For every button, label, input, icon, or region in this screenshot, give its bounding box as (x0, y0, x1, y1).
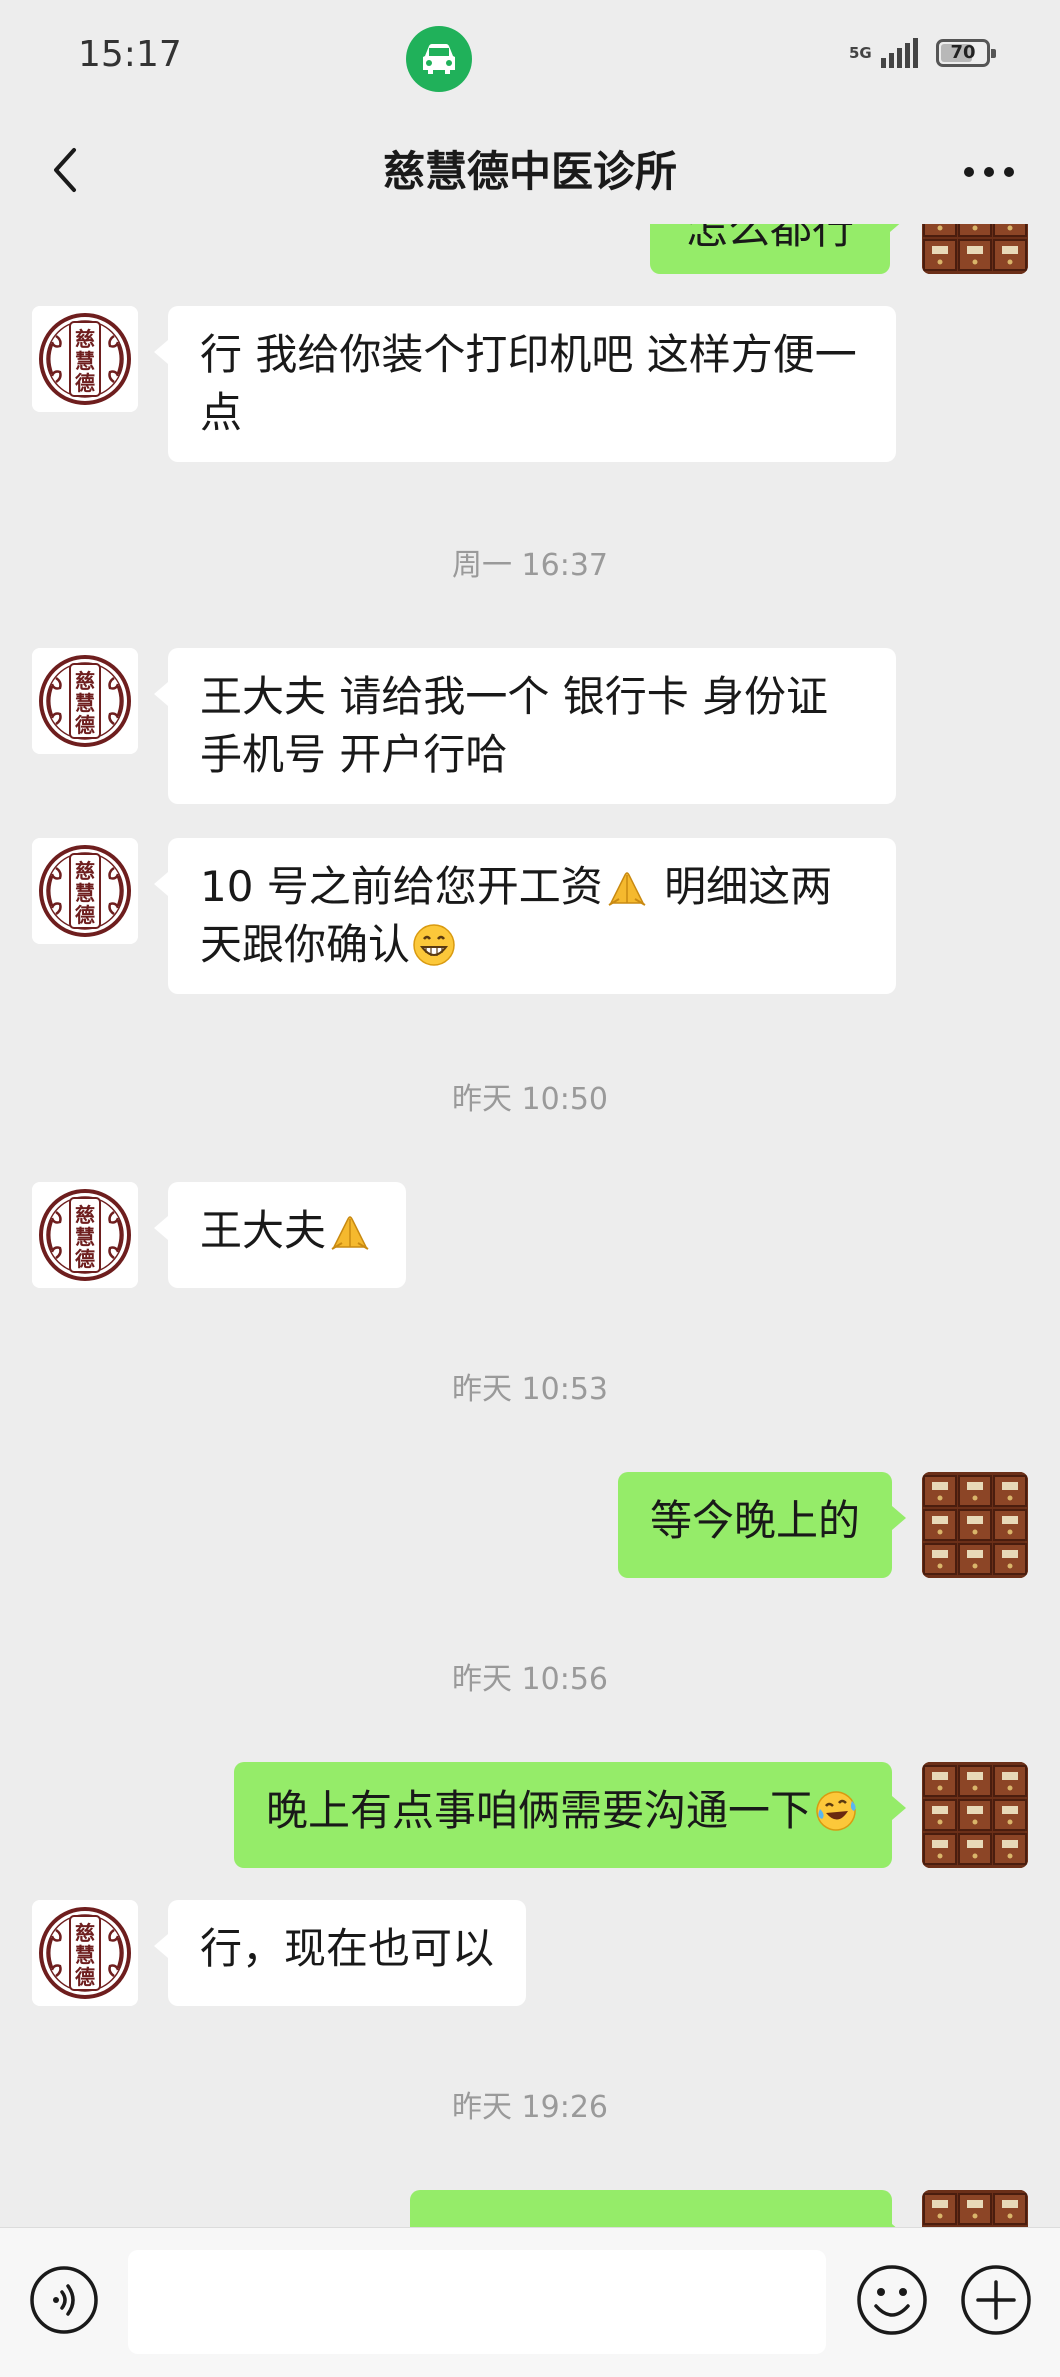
battery-icon: 70 (936, 39, 996, 67)
avatar-self[interactable] (922, 2190, 1028, 2227)
status-bar: 15:17 5G 70 (0, 0, 1060, 116)
chat-header: 慈慧德中医诊所 (0, 116, 1060, 224)
medicine-cabinet-photo (922, 2190, 1028, 2227)
svg-text:德: 德 (75, 903, 95, 927)
svg-text:慧: 慧 (75, 1943, 95, 1967)
svg-text:慧: 慧 (75, 691, 95, 715)
message-text: 10 号之前给您开工资 (200, 862, 603, 911)
svg-text:慈: 慈 (75, 1921, 95, 1945)
chat-title: 慈慧德中医诊所 (382, 147, 677, 196)
message-bubble-in[interactable]: 王大夫 请给我一个 银行卡 身份证 手机号 开户行哈 (154, 648, 896, 804)
avatar-self[interactable] (922, 224, 1028, 274)
message-text: 晚上有点事咱俩需要沟通一下 (265, 1786, 812, 1835)
svg-text:德: 德 (75, 1965, 95, 1989)
more-dots-icon (964, 167, 1014, 177)
status-time: 15:17 (78, 34, 182, 75)
timestamp: 昨天 19:26 (452, 2090, 608, 2125)
seal-logo: 慈 慧 德 (32, 648, 138, 754)
medicine-cabinet-photo (922, 1472, 1028, 1578)
svg-text:德: 德 (75, 713, 95, 737)
message-bubble-out[interactable]: 等今晚上的 (617, 1472, 907, 1578)
message-bubble-out[interactable] (410, 2190, 906, 2227)
message-text: 等今晚上的 (649, 1496, 860, 1545)
status-indicators: 5G 70 (849, 38, 996, 68)
message-bubble-in[interactable]: 10 号之前给您开工资 明细这两天跟你确认 (154, 838, 896, 994)
input-bar (0, 2227, 1060, 2377)
avatar-contact[interactable]: 慈 慧 德 (32, 1900, 138, 2006)
message-bubble-in[interactable]: 行，现在也可以 (153, 1900, 527, 2006)
grinning-face-emoji (412, 923, 456, 967)
timestamp: 周一 16:37 (452, 548, 608, 583)
svg-text:慧: 慧 (75, 349, 95, 373)
plus-icon (961, 2265, 1031, 2335)
svg-text:德: 德 (75, 371, 95, 395)
seal-logo: 慈 慧 德 (32, 1182, 138, 1288)
medicine-cabinet-photo (922, 1762, 1028, 1868)
timestamp: 昨天 10:50 (452, 1082, 608, 1117)
battery-level: 70 (950, 42, 976, 63)
svg-text:慈: 慈 (75, 1203, 95, 1227)
svg-text:慈: 慈 (75, 327, 95, 351)
message-list[interactable]: 怎么都行 慈 慧 德 行 我给你装个打印机吧 这样方便一点 周一 16:37 慈… (0, 224, 1060, 2227)
medicine-cabinet-photo (922, 224, 1028, 274)
message-text: 行，现在也可以 (200, 1924, 495, 1973)
svg-text:德: 德 (75, 1247, 95, 1271)
folded-hands-emoji (605, 865, 649, 909)
avatar-self[interactable] (922, 1472, 1028, 1578)
message-input[interactable] (128, 2250, 826, 2354)
smiley-icon (857, 2265, 927, 2335)
svg-text:慧: 慧 (75, 1225, 95, 1249)
avatar-self[interactable] (922, 1762, 1028, 1868)
more-button[interactable] (954, 140, 1024, 200)
emoji-button[interactable] (854, 2262, 930, 2338)
seal-logo: 慈 慧 德 (32, 306, 138, 412)
signal-icon (881, 38, 918, 68)
message-text: 怎么都行 (685, 224, 854, 253)
message-bubble-out[interactable]: 晚上有点事咱俩需要沟通一下 (233, 1762, 907, 1868)
avatar-contact[interactable]: 慈 慧 德 (32, 306, 138, 412)
seal-logo: 慈 慧 德 (32, 838, 138, 944)
message-bubble-out[interactable]: 怎么都行 (650, 224, 904, 274)
message-text: 王大夫 请给我一个 银行卡 身份证 手机号 开户行哈 (200, 672, 829, 779)
folded-hands-emoji (328, 1209, 372, 1253)
avatar-contact[interactable]: 慈 慧 德 (32, 838, 138, 944)
avatar-contact[interactable]: 慈 慧 德 (32, 648, 138, 754)
seal-logo: 慈 慧 德 (32, 1900, 138, 2006)
voice-button[interactable] (28, 2264, 100, 2336)
message-text: 王大夫 (200, 1206, 327, 1255)
svg-text:慈: 慈 (75, 859, 95, 883)
timestamp: 昨天 10:56 (452, 1662, 608, 1697)
timestamp: 昨天 10:53 (452, 1372, 608, 1407)
svg-text:慈: 慈 (75, 669, 95, 693)
network-type: 5G (849, 43, 872, 62)
message-bubble-in[interactable]: 行 我给你装个打印机吧 这样方便一点 (154, 306, 896, 462)
car-icon (406, 26, 472, 92)
message-text: 行 我给你装个打印机吧 这样方便一点 (200, 330, 857, 437)
voice-icon (30, 2266, 98, 2334)
laughing-tears-emoji (814, 1789, 858, 1833)
plus-button[interactable] (958, 2262, 1034, 2338)
svg-text:慧: 慧 (75, 881, 95, 905)
avatar-contact[interactable]: 慈 慧 德 (32, 1182, 138, 1288)
message-bubble-in[interactable]: 王大夫 (153, 1182, 407, 1288)
